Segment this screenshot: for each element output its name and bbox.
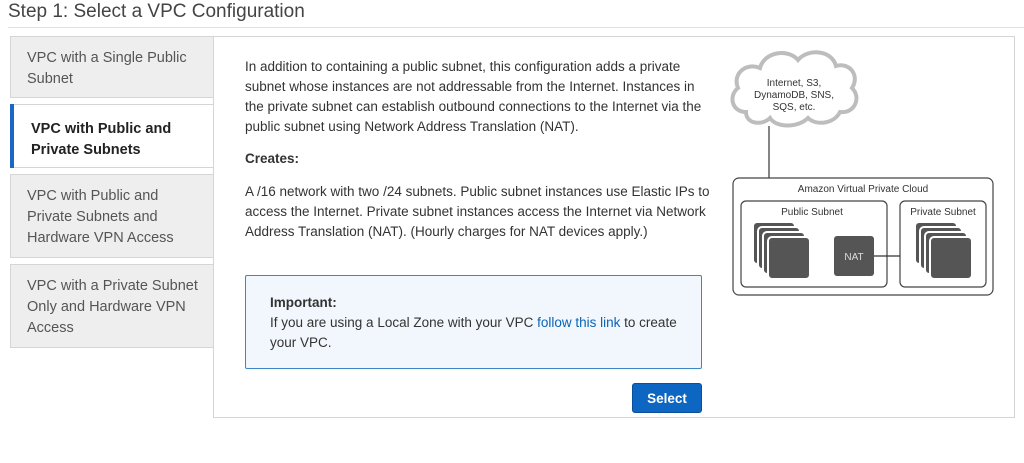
select-button[interactable]: Select [632,383,702,413]
tab-single-public-subnet[interactable]: VPC with a Single Public Subnet [10,36,214,98]
notice-text-before: If you are using a Local Zone with your … [270,315,538,330]
cloud-label-line-2: DynamoDB, SNS, [754,90,834,101]
local-zone-link[interactable]: follow this link [537,315,620,330]
notice-title: Important: [270,295,337,310]
public-subnet-label: Public Subnet [781,207,843,218]
creates-description: A /16 network with two /24 subnets. Publ… [245,184,710,239]
cloud-label-line-1: Internet, S3, [767,78,821,89]
vpc-label: Amazon Virtual Private Cloud [798,184,928,195]
tab-private-only-hardware-vpn[interactable]: VPC with a Private Subnet Only and Hardw… [10,264,214,348]
config-tabs: VPC with a Single Public Subnet VPC with… [10,36,215,354]
cloud-label-line-3: SQS, etc. [773,102,816,113]
notice-body: If you are using a Local Zone with your … [270,313,677,353]
tab-public-private-subnets[interactable]: VPC with Public and Private Subnets [10,104,215,168]
vpc-architecture-diagram: Internet, S3, DynamoDB, SNS, SQS, etc. A… [730,50,994,296]
tab-public-private-hardware-vpn[interactable]: VPC with Public and Private Subnets and … [10,174,214,258]
important-notice: Important: If you are using a Local Zone… [245,275,702,369]
creates-heading: Creates: [245,151,300,166]
page-title: Step 1: Select a VPC Configuration [8,1,305,22]
nat-label: NAT [844,252,863,263]
title-divider [8,27,1024,28]
config-description: In addition to containing a public subne… [245,59,702,134]
private-subnet-label: Private Subnet [910,207,976,218]
